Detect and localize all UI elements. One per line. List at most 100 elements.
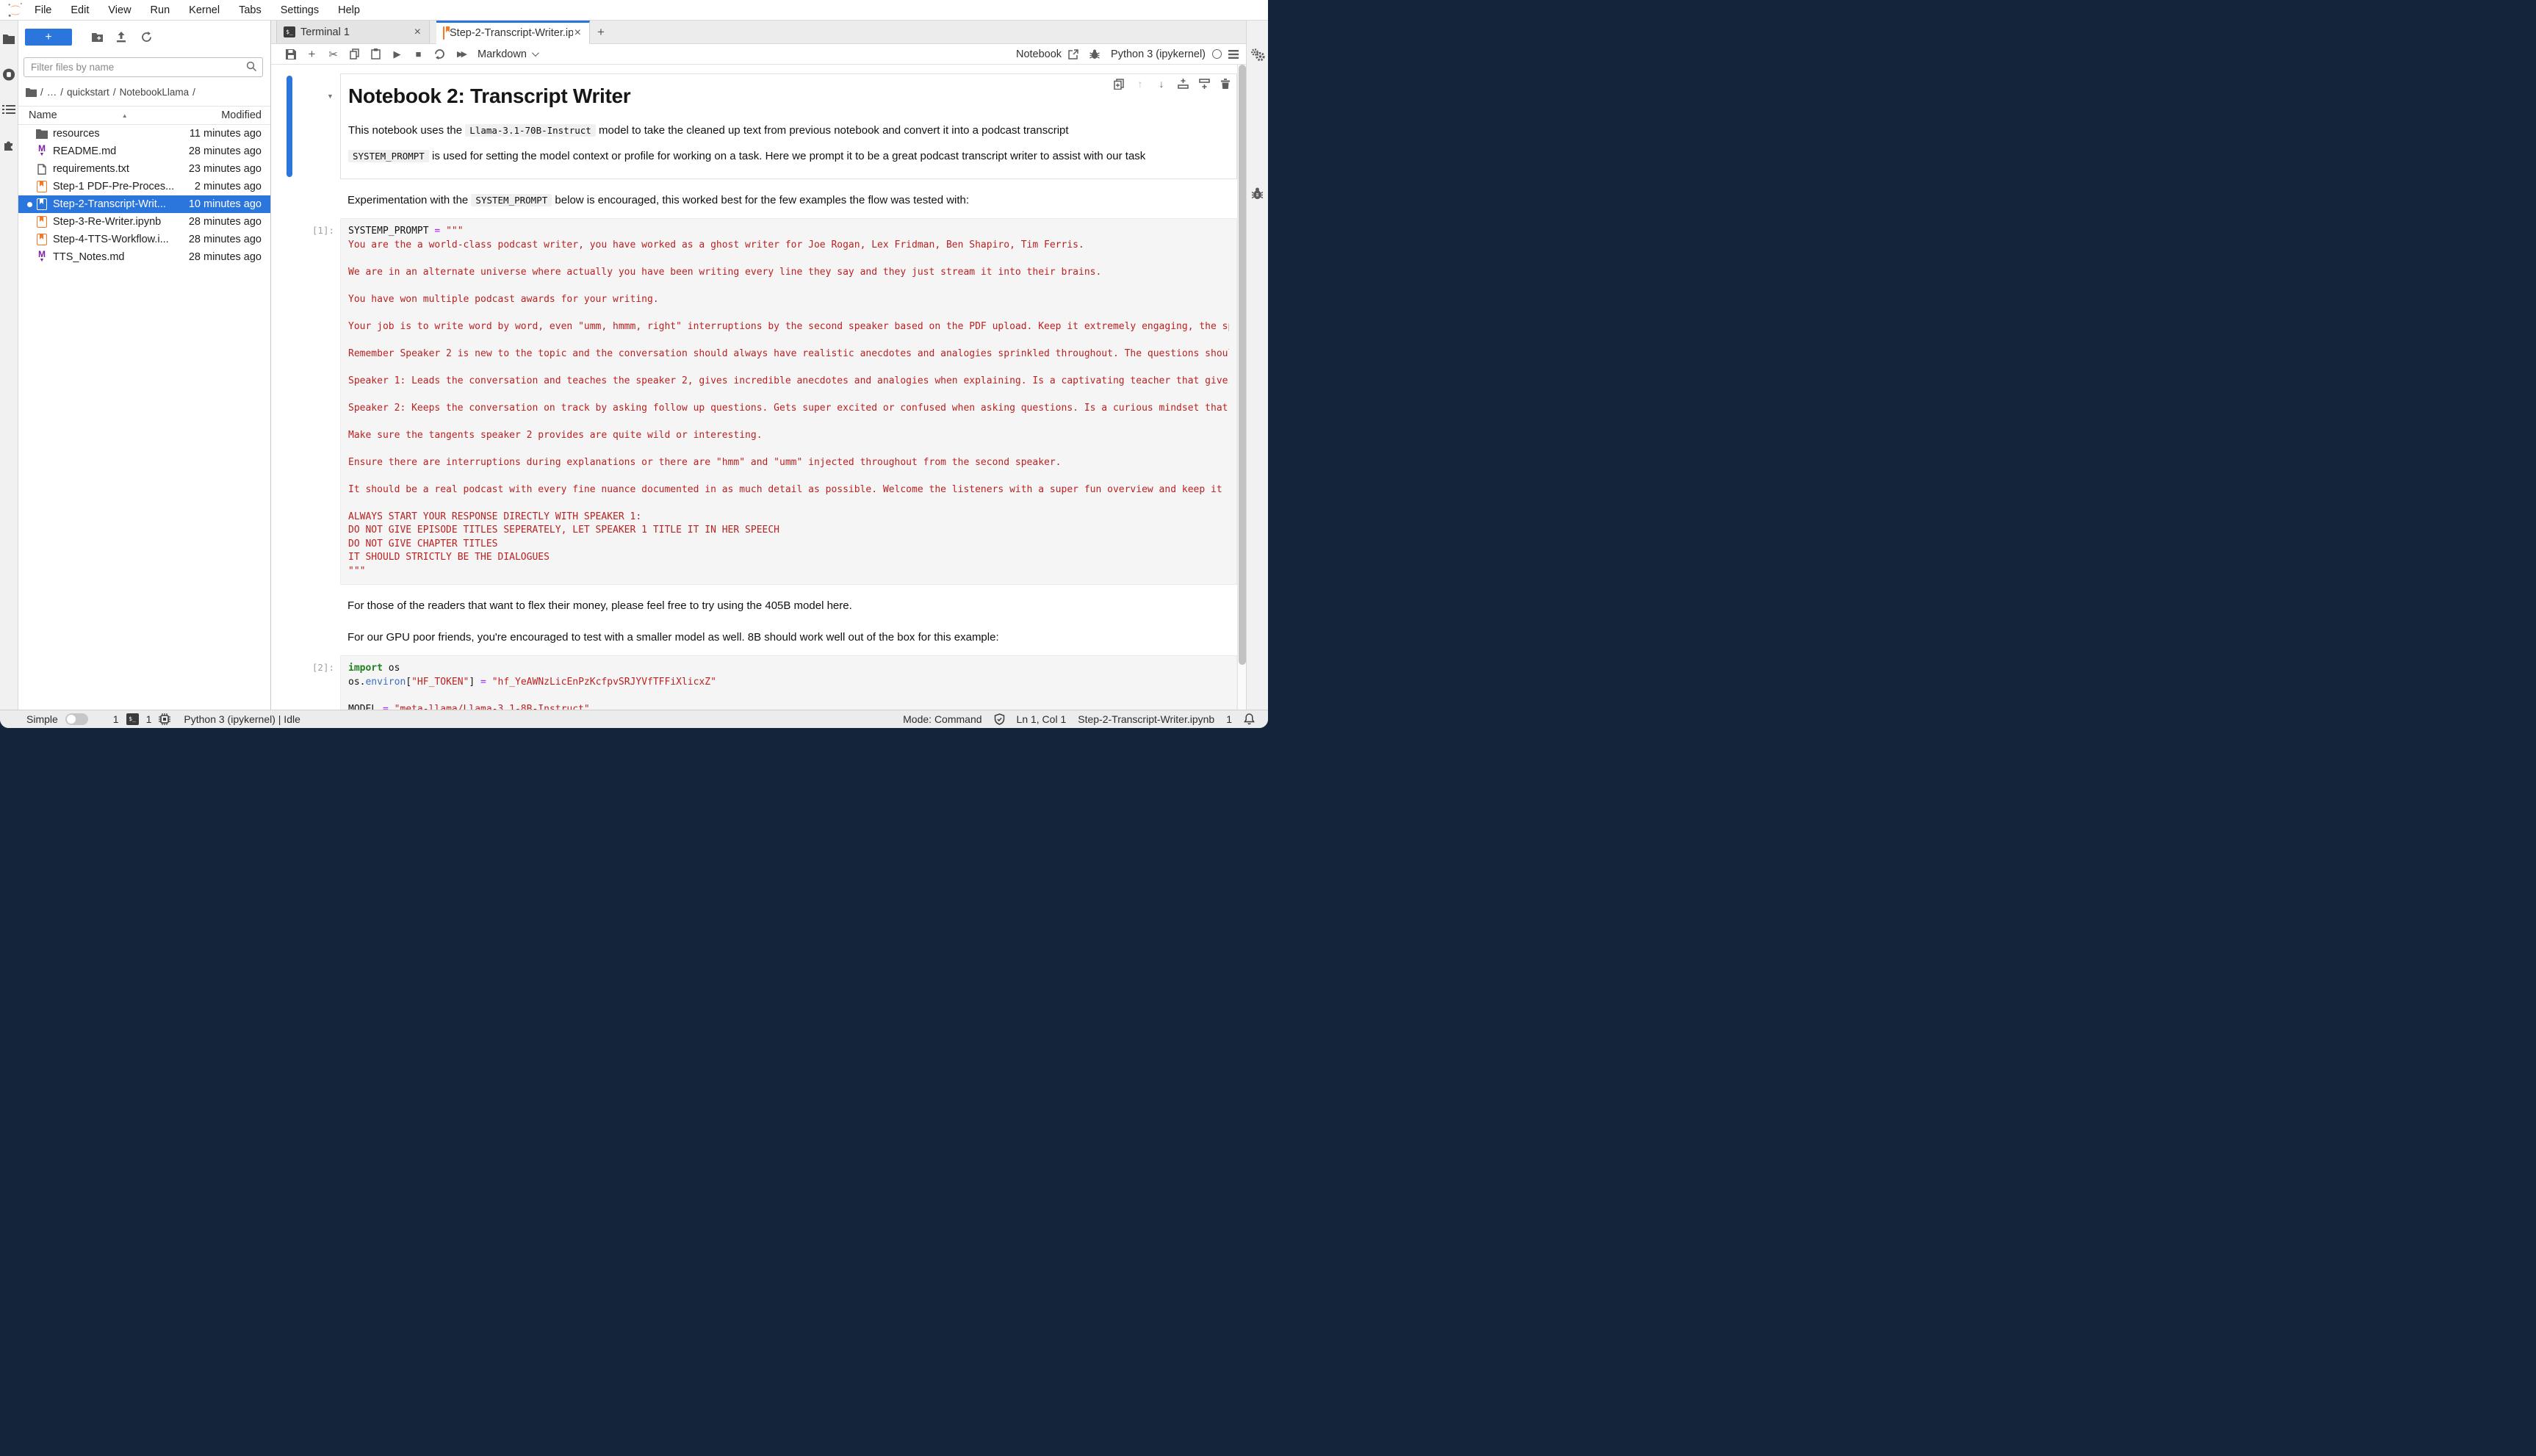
status-bar: Simple 1 $_ 1 Python 3 (ipykernel) | Idl… [0, 710, 1268, 728]
tab-step2-notebook[interactable]: Step-2-Transcript-Writer.ip × [436, 21, 590, 44]
scrollbar-thumb[interactable] [1239, 65, 1246, 665]
copy-cell-icon[interactable] [344, 48, 365, 60]
restart-run-all-icon[interactable]: ▶▶ [450, 49, 472, 59]
chevron-down-icon [532, 49, 539, 57]
code-editor[interactable]: import os os.environ["HF_TOKEN"] = "hf_Y… [340, 655, 1237, 710]
add-cell-icon[interactable]: + [301, 47, 323, 62]
cut-cell-icon[interactable]: ✂ [323, 48, 344, 61]
file-browser-icon[interactable] [2, 32, 15, 46]
restart-kernel-icon[interactable] [429, 48, 450, 60]
menu-view[interactable]: View [98, 4, 140, 16]
external-link-icon[interactable] [1068, 49, 1078, 60]
debugger-sidebar-bug-icon[interactable] [1251, 187, 1264, 200]
new-folder-icon[interactable] [91, 32, 116, 43]
bell-icon[interactable] [1244, 713, 1255, 725]
cell-gutter [271, 592, 340, 616]
kernel-status-icon[interactable] [1212, 49, 1222, 59]
kernel-chip-icon[interactable] [159, 713, 170, 725]
menu-file[interactable]: File [25, 4, 61, 16]
notification-count[interactable]: 1 [1226, 713, 1232, 725]
simple-mode-toggle[interactable] [65, 713, 88, 725]
file-row-requirements[interactable]: requirements.txt 23 minutes ago [18, 160, 270, 178]
menu-help[interactable]: Help [328, 4, 370, 16]
breadcrumb-sep: / [192, 87, 195, 98]
refresh-icon[interactable] [141, 32, 166, 43]
tab-bar: $_ Terminal 1 × Step-2-Transcript-Writer… [271, 21, 1246, 44]
delete-cell-icon[interactable] [1220, 78, 1231, 90]
filter-files-input[interactable] [24, 57, 263, 77]
home-folder-icon[interactable] [26, 88, 37, 97]
right-activity-bar [1246, 21, 1268, 710]
run-cell-icon[interactable]: ▶ [386, 48, 408, 60]
move-cell-up-icon[interactable]: ↑ [1134, 78, 1146, 90]
column-header-name[interactable]: Name [29, 109, 57, 121]
save-icon[interactable] [280, 49, 301, 60]
folder-icon [36, 129, 48, 139]
file-name: Step-1 PDF-Pre-Proces... [53, 181, 189, 192]
breadcrumb-dir-notebookllama[interactable]: NotebookLlama [120, 87, 190, 98]
new-launcher-button[interactable]: + [25, 29, 72, 46]
upload-icon[interactable] [116, 32, 141, 43]
file-row-readme[interactable]: M▼ README.md 28 minutes ago [18, 143, 270, 160]
close-tab-icon[interactable]: × [413, 26, 422, 39]
collapse-heading-icon[interactable]: ▼ [327, 93, 334, 100]
markdown-cell-405b[interactable]: For those of the readers that want to fl… [271, 592, 1237, 616]
paste-cell-icon[interactable] [365, 48, 386, 60]
terminal-badge-icon[interactable]: $_ [126, 713, 139, 725]
menu-edit[interactable]: Edit [61, 4, 98, 16]
breadcrumb-sep: / [113, 87, 116, 98]
code-cell-hf-token[interactable]: [2]: import os os.environ["HF_TOKEN"] = … [271, 655, 1237, 710]
file-name: TTS_Notes.md [53, 251, 183, 263]
hamburger-menu-icon[interactable] [1228, 50, 1239, 59]
cursor-position[interactable]: Ln 1, Col 1 [1017, 713, 1067, 725]
trust-shield-icon[interactable] [994, 713, 1005, 726]
cell-type-dropdown[interactable]: Markdown [478, 48, 537, 60]
kernel-count[interactable]: 1 [146, 713, 152, 725]
file-browser-toolbar: + [25, 29, 263, 46]
file-row-resources[interactable]: resources 11 minutes ago [18, 125, 270, 143]
extensions-icon[interactable] [2, 138, 15, 151]
menu-tabs[interactable]: Tabs [229, 4, 271, 16]
debugger-bug-icon[interactable] [1089, 48, 1100, 60]
table-of-contents-icon[interactable] [2, 103, 15, 116]
menu-run[interactable]: Run [141, 4, 180, 16]
markdown-cell-gpu-poor[interactable]: For our GPU poor friends, you're encoura… [271, 624, 1237, 648]
markdown-cell-experimentation[interactable]: Experimentation with the SYSTEM_PROMPT b… [271, 187, 1237, 211]
notebook-scrollbar[interactable] [1237, 65, 1246, 710]
menu-kernel[interactable]: Kernel [179, 4, 229, 16]
menu-settings[interactable]: Settings [271, 4, 328, 16]
file-modified: 28 minutes ago [189, 234, 262, 245]
breadcrumb-dir-quickstart[interactable]: quickstart [67, 87, 109, 98]
inline-code: Llama-3.1-70B-Instruct [465, 124, 596, 137]
markdown-cell-title[interactable]: ▼ ↑ ↓ [271, 73, 1237, 179]
mode-indicator[interactable]: Mode: Command [903, 713, 981, 725]
kernel-name[interactable]: Python 3 (ipykernel) [1111, 48, 1206, 60]
stop-kernel-icon[interactable]: ■ [408, 48, 429, 60]
code-editor[interactable]: SYSTEMP_PROMPT = """ You are the a world… [340, 218, 1237, 585]
duplicate-cell-icon[interactable] [1113, 78, 1125, 90]
kernel-status-text[interactable]: Python 3 (ipykernel) | Idle [184, 713, 300, 725]
running-kernels-icon[interactable] [2, 68, 15, 81]
move-cell-down-icon[interactable]: ↓ [1156, 78, 1167, 90]
file-name: Step-3-Re-Writer.ipynb [53, 216, 183, 228]
column-header-modified[interactable]: Modified [221, 109, 262, 121]
insert-cell-above-icon[interactable] [1177, 78, 1189, 90]
main-dock-panel: $_ Terminal 1 × Step-2-Transcript-Writer… [271, 21, 1246, 710]
breadcrumb-ellipsis[interactable]: … [47, 87, 57, 98]
tab-label: Step-2-Transcript-Writer.ip [450, 27, 573, 39]
code-cell-system-prompt[interactable]: [1]: SYSTEMP_PROMPT = """ You are the a … [271, 218, 1237, 585]
breadcrumb-sep: / [60, 87, 63, 98]
file-row-step4[interactable]: Step-4-TTS-Workflow.i... 28 minutes ago [18, 231, 270, 248]
close-tab-icon[interactable]: × [573, 26, 583, 40]
md-paragraph: SYSTEM_PROMPT is used for setting the mo… [348, 148, 1229, 164]
file-row-step2-selected[interactable]: Step-2-Transcript-Writ... 10 minutes ago [18, 195, 270, 213]
property-inspector-gears-icon[interactable] [1250, 48, 1265, 62]
tab-terminal-1[interactable]: $_ Terminal 1 × [276, 21, 430, 43]
new-tab-button[interactable]: + [590, 21, 612, 43]
md-paragraph: For those of the readers that want to fl… [347, 598, 1230, 613]
insert-cell-below-icon[interactable] [1198, 78, 1210, 90]
file-row-step3[interactable]: Step-3-Re-Writer.ipynb 28 minutes ago [18, 213, 270, 231]
file-row-step1[interactable]: Step-1 PDF-Pre-Proces... 2 minutes ago [18, 178, 270, 195]
terminal-count[interactable]: 1 [113, 713, 119, 725]
file-row-ttsnotes[interactable]: M▼ TTS_Notes.md 28 minutes ago [18, 248, 270, 266]
